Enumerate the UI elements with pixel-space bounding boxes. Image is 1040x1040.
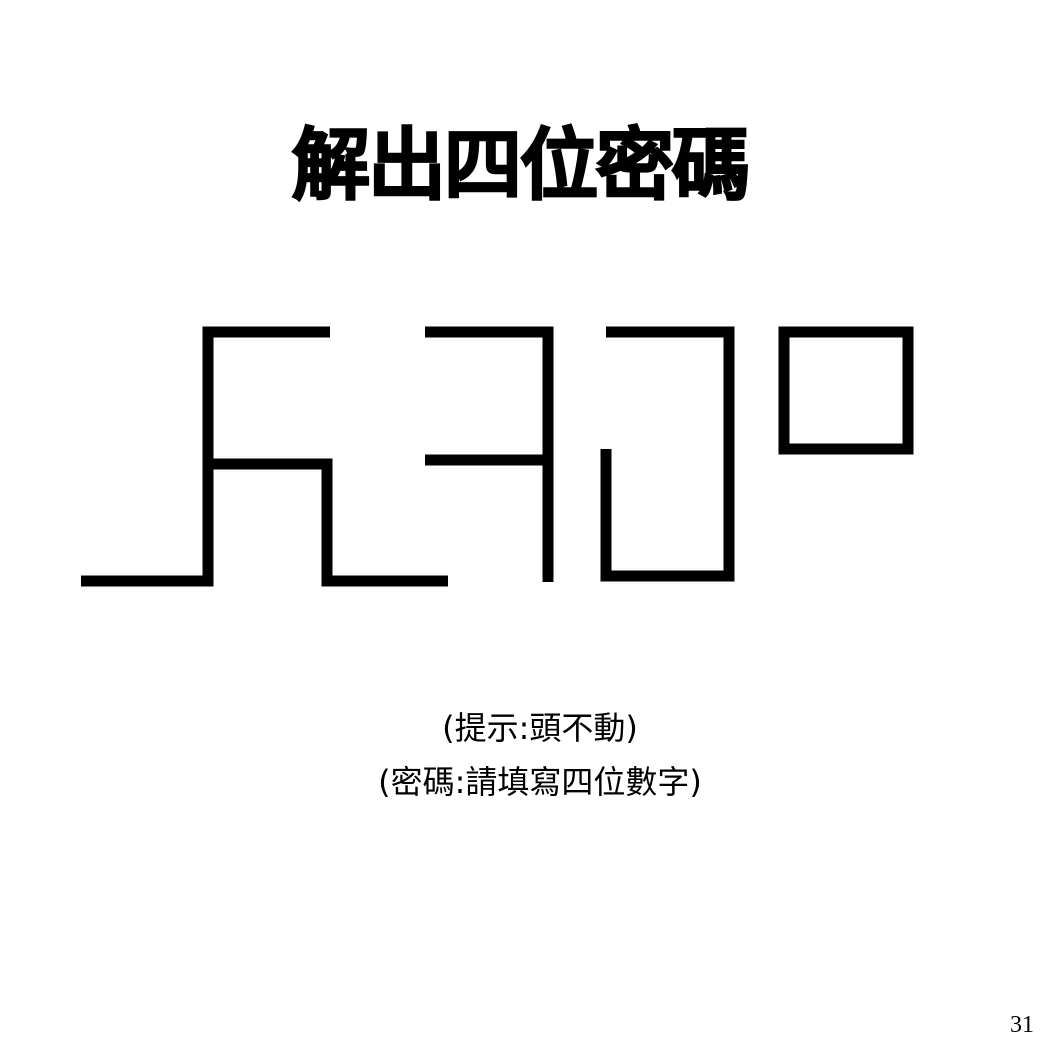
puzzle-glyph-1 [202, 326, 448, 587]
puzzle-glyph-3 [600, 326, 735, 582]
hint-line-1: (提示:頭不動) [442, 709, 638, 747]
hint-line-2: (密碼:請填寫四位數字) [378, 763, 702, 801]
line-puzzle-figure [81, 326, 914, 587]
page-number: 31 [1010, 1012, 1034, 1038]
puzzle-glyph-1-base [81, 464, 214, 587]
puzzle-glyph-4 [778, 326, 914, 455]
